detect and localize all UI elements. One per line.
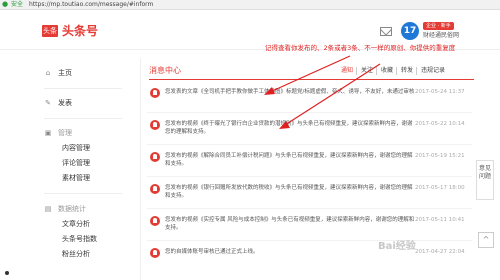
sidebar-item-comment-manage[interactable]: 评论管理 — [62, 156, 90, 170]
sidebar-item-material-manage[interactable]: 素材管理 — [62, 171, 90, 185]
message-center: 消息中心 通知 关注 收藏 转发 违规记录 您发表的文章《全司机手把手教你做手工… — [140, 58, 475, 280]
browser-address-bar[interactable]: ● 安全 https://mp.toutiao.com/message/#inf… — [0, 0, 500, 10]
message-time: 2017-05-22 10:14 — [415, 121, 465, 127]
feedback-button[interactable]: 意见问题 — [476, 160, 494, 200]
list-item[interactable]: 您发布的视频《银行回赠所发放代数的税收》与头条已有视频重复，建议探索新鲜内容，谢… — [147, 181, 472, 209]
tab-violation[interactable]: 违规记录 — [421, 66, 445, 76]
divider — [44, 118, 122, 119]
list-item[interactable]: 您发布的视频《实控专属 风险与成本控制》与头条已有视频重复，建议探索新鲜内容，谢… — [147, 213, 472, 241]
divider — [44, 193, 122, 194]
tab-favorite[interactable]: 收藏 — [381, 66, 393, 76]
sidebar-group-manage: ▣ 管理 — [0, 126, 128, 140]
sidebar-item-content-manage[interactable]: 内容管理 — [62, 141, 90, 155]
message-text: 您发布的视频《解除合同员工补偿计税问题》与头条已有视频重复，建议探索新鲜内容，谢… — [165, 153, 413, 167]
divider — [147, 208, 472, 209]
list-item[interactable]: 您发表的文章《全司机手把手教你做手工体操图》标题党/标题虚假、夸大、诱导，不友好… — [147, 85, 472, 113]
message-text: 您发布的视频《实控专属 风险与成本控制》与头条已有视频重复，建议探索新鲜内容，谢… — [165, 217, 415, 231]
sidebar-item-home[interactable]: ⌂ 主页 — [0, 66, 128, 80]
annotation-text: 记得查看你发布的、2条或者3条、不一样的原创、你提供的重复度 — [265, 44, 456, 52]
url-text[interactable]: https://mp.toutiao.com/message/#inform — [29, 1, 153, 9]
bell-icon — [150, 88, 160, 98]
tab-forward[interactable]: 转发 — [401, 66, 413, 76]
title-underline — [149, 79, 474, 80]
bell-icon — [150, 120, 160, 130]
divider — [396, 67, 397, 75]
message-time: 2017-05-19 15:21 — [415, 153, 465, 159]
avatar[interactable]: 17 — [401, 22, 419, 40]
message-text: 您发表的文章《全司机手把手教你做手工体操图》标题党/标题虚假、夸大、诱导，不友好… — [165, 89, 415, 95]
sidebar-item-label: 主页 — [58, 69, 72, 77]
manage-icon: ▣ — [44, 129, 52, 137]
publish-icon: ✎ — [45, 99, 51, 107]
message-text: 您发布的视频《银行回赠所发放代数的税收》与头条已有视频重复，建议探索新鲜内容，谢… — [165, 185, 413, 199]
bell-icon — [150, 216, 160, 226]
message-time: 2017-05-24 11:37 — [415, 89, 465, 95]
list-item[interactable]: 您发布的视频《终于曝光了银行白企业贷款的潜规则》与头条已有视频重复，建议探索新鲜… — [147, 117, 472, 145]
back-to-top-button[interactable]: ^ — [478, 232, 494, 248]
message-time: 2017-05-11 10:41 — [415, 217, 465, 223]
sidebar: ⌂ 主页 ✎ 发表 ▣ 管理 内容管理 评论管理 素材管理 ▤ 数据统计 文章分… — [0, 50, 128, 280]
sidebar-item-fans-analysis[interactable]: 粉丝分析 — [62, 247, 90, 261]
message-text: 您发布的视频《终于曝光了银行白企业贷款的潜规则》与头条已有视频重复，建议探索新鲜… — [165, 121, 413, 135]
bell-icon — [150, 184, 160, 194]
sidebar-group-stats: ▤ 数据统计 — [0, 202, 128, 216]
sidebar-item-article-analysis[interactable]: 文章分析 — [62, 217, 90, 231]
sidebar-group-label: 管理 — [58, 129, 72, 137]
list-item[interactable]: 您的自媒体账号审核已通过正式上线。 2017-04-27 22:04 — [147, 245, 472, 273]
divider — [147, 112, 472, 113]
account-name[interactable]: 财经通民俗网 — [423, 32, 459, 40]
page-title: 消息中心 — [149, 66, 181, 75]
bell-icon — [150, 248, 160, 258]
mail-icon[interactable] — [380, 27, 392, 36]
tab-notice[interactable]: 通知 — [341, 66, 353, 76]
message-time: 2017-04-27 22:04 — [415, 249, 465, 255]
list-item[interactable]: 您发布的视频《解除合同员工补偿计税问题》与头条已有视频重复，建议探索新鲜内容，谢… — [147, 149, 472, 177]
divider — [356, 67, 357, 75]
divider — [147, 240, 472, 241]
divider — [416, 67, 417, 75]
logo-icon[interactable]: 头条 — [42, 25, 58, 37]
divider — [44, 88, 122, 89]
tab-follow[interactable]: 关注 — [361, 66, 373, 76]
site-logo-text[interactable]: 头条号 — [62, 23, 98, 39]
account-badge: 企业 · 新手 — [423, 22, 454, 30]
stats-icon: ▤ — [44, 205, 52, 213]
bell-icon — [150, 152, 160, 162]
divider — [147, 176, 472, 177]
security-label: 安全 — [11, 1, 24, 8]
message-time: 2017-05-17 18:00 — [415, 185, 465, 191]
cursor-dot — [5, 271, 9, 275]
watermark: Bai经验 — [378, 241, 416, 252]
divider — [376, 67, 377, 75]
sidebar-item-index[interactable]: 头条号指数 — [62, 232, 97, 246]
sidebar-item-label: 发表 — [58, 99, 72, 107]
lock-icon: ● — [2, 0, 9, 8]
divider — [147, 144, 472, 145]
sidebar-item-publish[interactable]: ✎ 发表 — [0, 96, 128, 110]
home-icon: ⌂ — [45, 69, 51, 77]
sidebar-group-label: 数据统计 — [58, 205, 86, 213]
